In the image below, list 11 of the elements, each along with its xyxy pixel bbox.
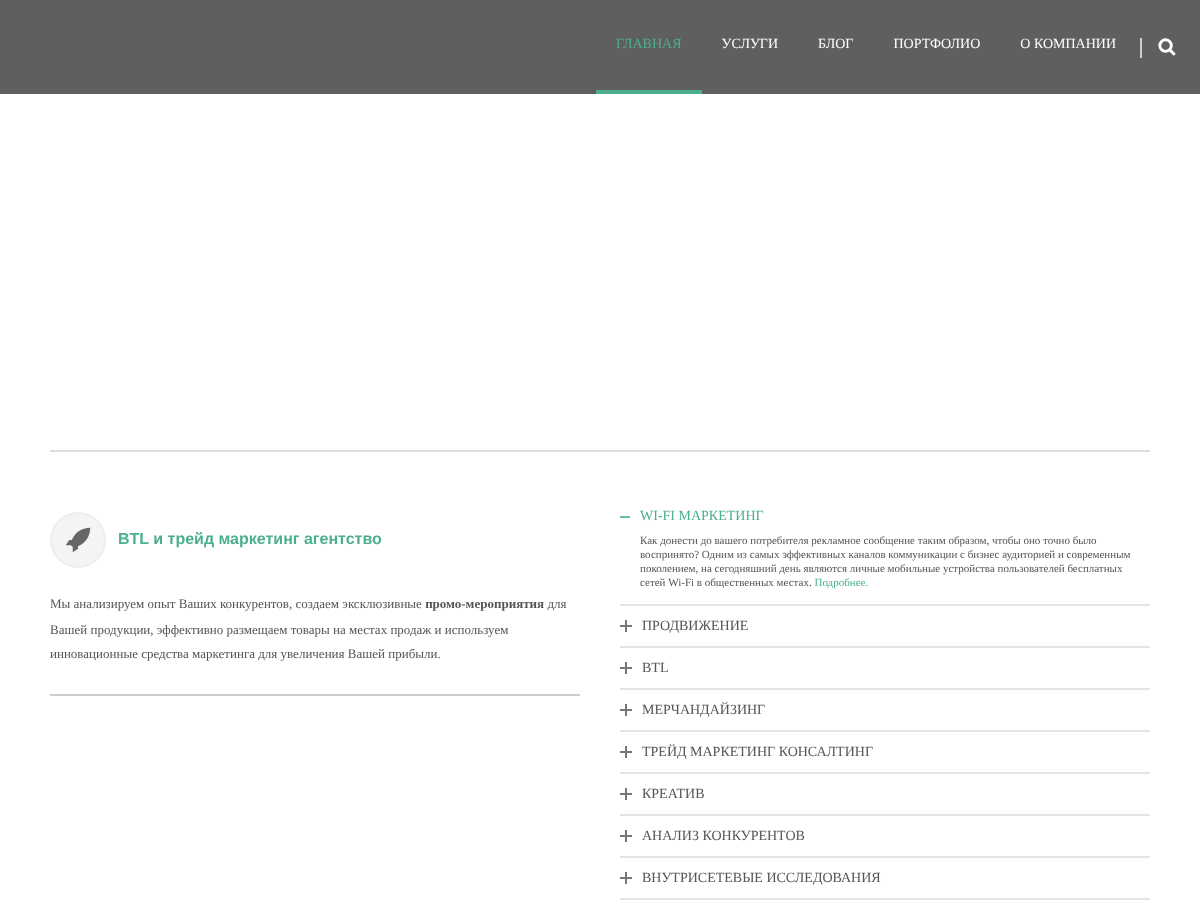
- plus-icon: [620, 830, 632, 842]
- plus-icon: [620, 704, 632, 716]
- plus-icon: [620, 620, 632, 632]
- plus-icon: [620, 872, 632, 884]
- intro-title: BTL и трейд маркетинг агентство: [118, 528, 382, 552]
- plus-icon: [620, 788, 632, 800]
- plus-icon: [620, 662, 632, 674]
- search-icon[interactable]: [1158, 38, 1176, 56]
- plus-icon: [620, 746, 632, 758]
- minus-icon: [620, 511, 630, 521]
- rocket-icon: [64, 526, 92, 554]
